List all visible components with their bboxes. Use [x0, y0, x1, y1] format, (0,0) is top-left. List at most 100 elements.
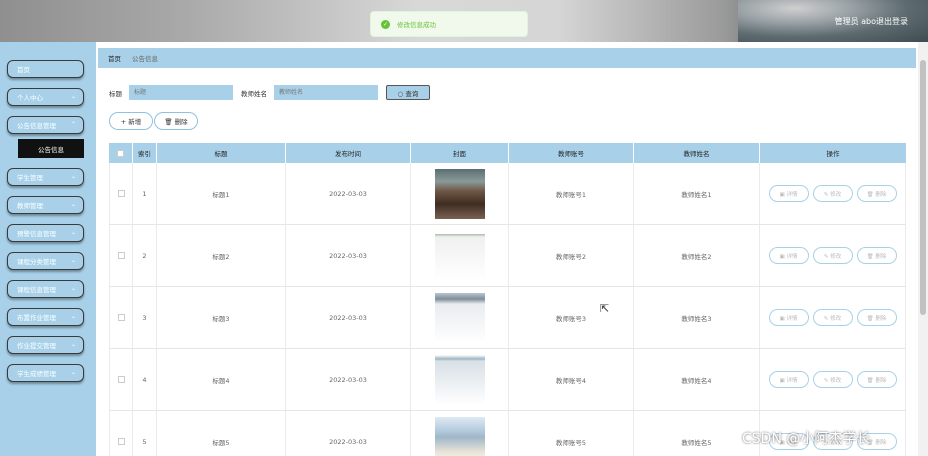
cell-cover — [411, 163, 509, 224]
delete-button[interactable]: 🗑 删除 — [856, 247, 897, 264]
column-header: 索引 — [133, 143, 157, 163]
teacher-search-input[interactable] — [274, 85, 378, 100]
cell-index: 3 — [133, 287, 157, 348]
mouse-cursor-icon: ⇱ — [600, 302, 610, 315]
sidebar-item-10[interactable]: 学生成绩管理 ⌄ — [7, 364, 84, 382]
cell-ops: ▣ 详情 ✎ 修改 🗑 删除 — [760, 349, 906, 410]
edit-button[interactable]: ✎ 修改 — [812, 371, 853, 388]
table-header: 索引 标题 发布时间 封面 教师账号 教师姓名 操作 — [109, 143, 906, 163]
sidebar-item-label: 首页 — [17, 66, 30, 74]
cell-cb — [109, 225, 133, 286]
breadcrumb-current: 公告信息 — [132, 55, 158, 63]
chevron-icon: ⌄ — [70, 201, 76, 208]
notice-table: 索引 标题 发布时间 封面 教师账号 教师姓名 操作 1 标题1 2022-03-03 教师账号1… — [109, 143, 906, 456]
chevron-icon: ⌄ — [70, 257, 76, 264]
delete-button[interactable]: 🗑 删除 — [856, 185, 897, 202]
table-row: 3 标题3 2022-03-03 教师账号3 教师姓名3 ▣ 详情 ✎ 修改 🗑 删除 — [109, 287, 906, 349]
sidebar-item-label: 布置作业管理 — [17, 314, 56, 322]
sidebar-item-5[interactable]: 预警信息管理 ⌄ — [7, 224, 84, 242]
add-button[interactable]: + 新增 — [109, 112, 153, 130]
cell-cover — [411, 349, 509, 410]
sidebar-item-7[interactable]: 课程信息管理 ⌄ — [7, 280, 84, 298]
cell-cover — [411, 287, 509, 348]
select-all-checkbox[interactable] — [117, 149, 124, 157]
cell-title: 标题2 — [157, 225, 286, 286]
watermark: CSDN @小阿杰学长 — [742, 431, 871, 447]
logout-button[interactable]: 退出登录 — [876, 16, 908, 27]
row-checkbox[interactable] — [117, 252, 125, 259]
cell-account: 教师账号4 — [509, 349, 634, 410]
cell-date: 2022-03-03 — [286, 287, 411, 348]
cell-index: 1 — [133, 163, 157, 224]
cell-name: 教师姓名2 — [634, 225, 760, 286]
delete-button[interactable]: 🗑 删除 — [856, 309, 897, 326]
edit-button[interactable]: ✎ 修改 — [812, 309, 853, 326]
search-button[interactable]: ○ 查询 — [386, 85, 430, 100]
column-header: 标题 — [157, 143, 286, 163]
cell-title: 标题3 — [157, 287, 286, 348]
detail-button[interactable]: ▣ 详情 — [768, 185, 809, 202]
chevron-icon: ⌄ — [70, 369, 76, 376]
chevron-icon: ⌄ — [70, 93, 76, 100]
sidebar-item-label: 作业提交管理 — [17, 342, 56, 350]
column-header: 封面 — [411, 143, 509, 163]
row-checkbox[interactable] — [117, 438, 125, 445]
cell-ops: ▣ 详情 ✎ 修改 🗑 删除 — [760, 163, 906, 224]
sidebar-item-label: 教师管理 — [17, 202, 43, 210]
cover-image — [434, 168, 485, 219]
title-search-input[interactable] — [129, 85, 233, 100]
sidebar-item-9[interactable]: 作业提交管理 ⌄ — [7, 336, 84, 354]
cover-image — [434, 292, 485, 343]
chevron-icon: ⌄ — [70, 341, 76, 348]
sidebar-item-label: 学生管理 — [17, 174, 43, 182]
column-header: 教师姓名 — [634, 143, 760, 163]
edit-button[interactable]: ✎ 修改 — [812, 185, 853, 202]
action-toolbar: + 新增 🗑 删除 — [109, 112, 199, 130]
toast-message: 修改信息成功 — [397, 21, 436, 29]
sidebar-item-label: 公告信息管理 — [17, 122, 56, 130]
batch-delete-button[interactable]: 🗑 删除 — [154, 112, 198, 130]
sidebar-subitem-notice-info[interactable]: 公告信息 — [18, 139, 84, 158]
cell-title: 标题4 — [157, 349, 286, 410]
cell-title: 标题5 — [157, 411, 286, 456]
cell-account: 教师账号2 — [509, 225, 634, 286]
sidebar-item-2[interactable]: 公告信息管理 ⌃ — [7, 116, 84, 134]
breadcrumb-home[interactable]: 首页 — [108, 53, 121, 63]
cell-cover — [411, 411, 509, 456]
edit-button[interactable]: ✎ 修改 — [812, 247, 853, 264]
delete-button[interactable]: 🗑 删除 — [856, 371, 897, 388]
cell-index: 4 — [133, 349, 157, 410]
sidebar-item-0[interactable]: 首页 — [7, 60, 84, 78]
cover-image — [434, 416, 485, 456]
title-search-label: 标题 — [109, 89, 122, 98]
row-checkbox[interactable] — [117, 314, 125, 321]
cell-name: 教师姓名4 — [634, 349, 760, 410]
sidebar-item-label: 个人中心 — [17, 94, 43, 102]
table-row: 1 标题1 2022-03-03 教师账号1 教师姓名1 ▣ 详情 ✎ 修改 🗑 删除 — [109, 163, 906, 225]
cell-cb — [109, 163, 133, 224]
row-checkbox[interactable] — [117, 376, 125, 383]
sidebar-item-1[interactable]: 个人中心 ⌄ — [7, 88, 84, 106]
row-checkbox[interactable] — [117, 190, 125, 197]
detail-button[interactable]: ▣ 详情 — [768, 309, 809, 326]
sidebar-item-4[interactable]: 教师管理 ⌄ — [7, 196, 84, 214]
sidebar-item-8[interactable]: 布置作业管理 ⌄ — [7, 308, 84, 326]
chevron-icon: ⌄ — [70, 173, 76, 180]
success-check-icon: ✓ — [381, 19, 390, 29]
detail-button[interactable]: ▣ 详情 — [768, 371, 809, 388]
chevron-icon: ⌄ — [70, 285, 76, 292]
cell-ops: ▣ 详情 ✎ 修改 🗑 删除 — [760, 287, 906, 348]
sidebar-item-3[interactable]: 学生管理 ⌄ — [7, 168, 84, 186]
column-header: 发布时间 — [286, 143, 411, 163]
cell-index: 2 — [133, 225, 157, 286]
sidebar-item-label: 预警信息管理 — [17, 230, 56, 238]
select-all-header[interactable] — [109, 143, 133, 163]
sidebar-item-label: 学生成绩管理 — [17, 370, 56, 378]
cell-title: 标题1 — [157, 163, 286, 224]
scrollbar-thumb[interactable] — [920, 60, 926, 315]
cell-cb — [109, 411, 133, 456]
sidebar-item-6[interactable]: 课程分类管理 ⌄ — [7, 252, 84, 270]
chevron-icon: ⌄ — [70, 229, 76, 236]
detail-button[interactable]: ▣ 详情 — [768, 247, 809, 264]
cell-date: 2022-03-03 — [286, 225, 411, 286]
